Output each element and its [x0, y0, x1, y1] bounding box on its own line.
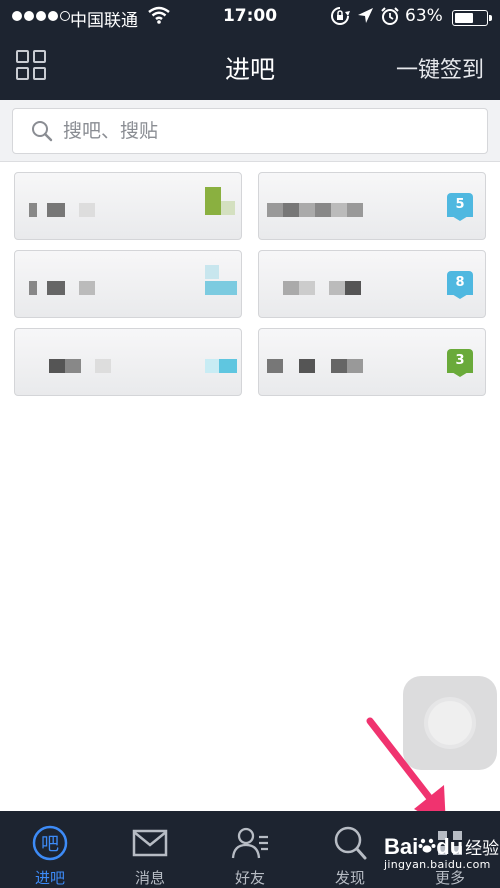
- forum-name-pixelated: [299, 281, 315, 295]
- alarm-clock-icon: [380, 6, 400, 31]
- search-box[interactable]: [12, 108, 488, 154]
- forum-name-pixelated: [29, 203, 37, 217]
- forum-level-number: 5: [455, 197, 465, 212]
- tab-enter-forum[interactable]: 吧 进吧: [0, 811, 100, 888]
- envelope-icon: [132, 829, 168, 857]
- paw-icon: [418, 838, 436, 853]
- forum-name-pixelated: [95, 359, 111, 373]
- forum-level-number: 3: [455, 353, 465, 368]
- battery-level-fill: [455, 13, 473, 23]
- status-bar: 中国联通 17:00 63%: [0, 0, 500, 34]
- forum-name-pixelated: [331, 203, 347, 217]
- forum-name-pixelated: [79, 281, 95, 295]
- tab-label: 进吧: [34, 869, 65, 887]
- watermark-brand: Bai: [384, 834, 419, 859]
- forum-name-pixelated: [347, 359, 363, 373]
- badge-tip: [447, 213, 473, 221]
- level-pixelated: [205, 265, 219, 279]
- tab-messages[interactable]: 消息: [100, 811, 200, 888]
- forum-name-pixelated: [331, 359, 347, 373]
- watermark-product: 经验: [465, 839, 500, 859]
- forum-level-number: 8: [455, 275, 465, 290]
- location-arrow-icon: [356, 6, 374, 31]
- tab-friends[interactable]: 好友: [200, 811, 300, 888]
- level-pixelated: [205, 187, 221, 215]
- forum-name-pixelated: [29, 281, 37, 295]
- forum-level-badge: 3: [447, 349, 473, 377]
- friends-icon: [231, 827, 268, 859]
- forum-name-pixelated: [329, 281, 345, 295]
- navigation-bar: 进吧 一键签到: [0, 34, 500, 100]
- forum-name-pixelated: [345, 281, 361, 295]
- badge-tip: [447, 369, 473, 377]
- one-click-signin-button[interactable]: 一键签到: [396, 52, 484, 84]
- level-pixelated: [219, 359, 237, 373]
- search-icon: [31, 120, 53, 146]
- battery-icon: [452, 10, 492, 26]
- forum-name-pixelated: [283, 203, 299, 217]
- forum-name-pixelated: [283, 281, 299, 295]
- forum-name-pixelated: [267, 203, 283, 217]
- ba-circle-icon: 吧: [32, 825, 68, 861]
- svg-text:吧: 吧: [41, 834, 59, 855]
- badge-tip: [447, 291, 473, 299]
- forum-card[interactable]: 8: [258, 250, 486, 318]
- forum-name-pixelated: [267, 359, 283, 373]
- forum-name-pixelated: [47, 203, 65, 217]
- rotation-lock-icon: [330, 6, 350, 31]
- forum-level-badge: 5: [447, 193, 473, 221]
- forum-name-pixelated: [299, 359, 315, 373]
- forum-name-pixelated: [347, 203, 363, 217]
- forum-name-pixelated: [47, 281, 65, 295]
- baidu-jingyan-watermark: Bai du 经验 jingyan.baidu.com: [384, 834, 499, 871]
- forum-name-pixelated: [79, 203, 95, 217]
- forum-card[interactable]: [14, 250, 242, 318]
- search-input[interactable]: [63, 115, 463, 147]
- forum-name-pixelated: [315, 203, 331, 217]
- battery-percentage: 63%: [405, 6, 443, 26]
- search-area: [0, 100, 500, 162]
- forum-card[interactable]: 5: [258, 172, 486, 240]
- forum-name-pixelated: [299, 203, 315, 217]
- level-pixelated: [221, 201, 235, 215]
- forum-name-pixelated: [49, 359, 65, 373]
- forum-card[interactable]: 3: [258, 328, 486, 396]
- forum-card[interactable]: [14, 328, 242, 396]
- watermark-brand-suffix: du: [436, 834, 464, 859]
- forum-name-pixelated: [65, 359, 81, 373]
- search-icon: [334, 826, 367, 860]
- tab-label: 消息: [134, 869, 165, 887]
- level-pixelated: [205, 281, 237, 295]
- forum-card[interactable]: [14, 172, 242, 240]
- tab-label: 好友: [234, 869, 265, 887]
- forum-level-badge: 8: [447, 271, 473, 299]
- watermark-url: jingyan.baidu.com: [384, 858, 491, 871]
- level-pixelated: [205, 359, 219, 373]
